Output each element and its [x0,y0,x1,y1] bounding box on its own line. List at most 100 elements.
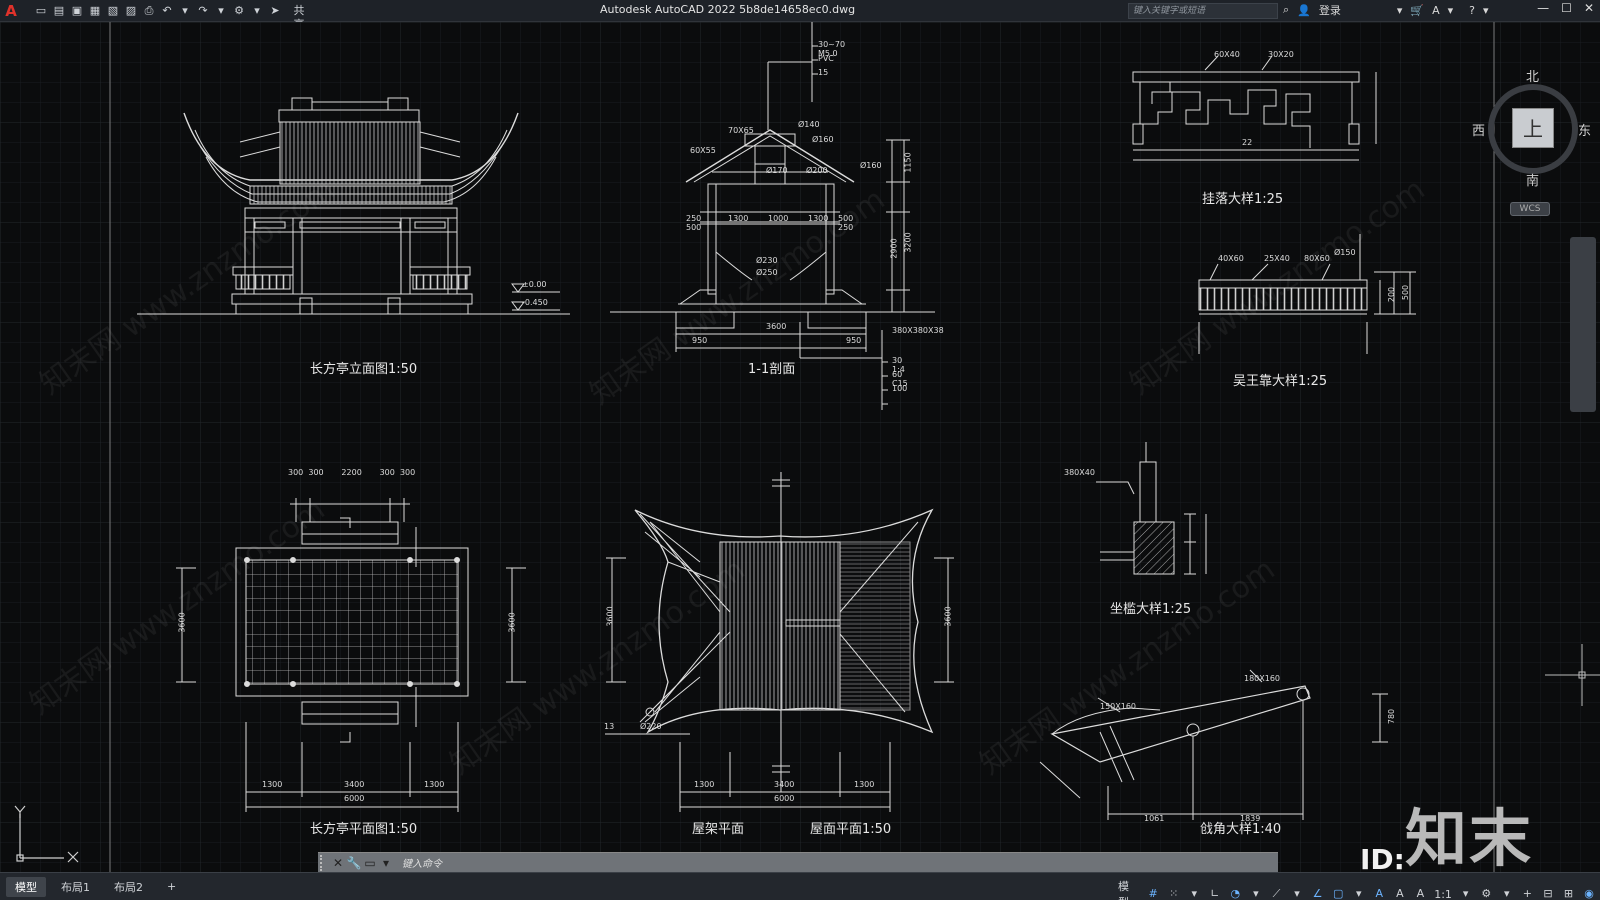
save-as-icon[interactable]: ▦ [88,4,102,18]
user-icon[interactable]: 👤 [1297,4,1311,17]
command-input[interactable]: 键入命令 [402,855,442,870]
customize-dropdown-icon[interactable]: ▾ [250,4,264,18]
dim-text: Ø160 [860,161,882,170]
open-web-icon[interactable]: ▧ [106,4,120,18]
redo-icon[interactable]: ↷ [196,4,210,18]
new-file-icon[interactable]: ▭ [34,4,48,18]
compass-west[interactable]: 西 [1472,120,1485,139]
object-snap-icon[interactable]: ▢ [1331,887,1345,900]
tab-layout2[interactable]: 布局2 [105,877,152,897]
dim-text: 500 [1401,284,1411,301]
wcs-menu-button[interactable]: WCS [1510,202,1550,216]
viewcube[interactable]: 上 北 南 西 东 [1472,70,1591,189]
maximize-icon[interactable]: ☐ [1561,1,1572,15]
open-folder-icon[interactable]: ▤ [52,4,66,18]
drawing-svg [0,22,1600,872]
dim-text: 2900 [889,238,899,259]
plan-title: 长方亭平面图1:50 [310,822,418,837]
compass-north[interactable]: 北 [1526,66,1539,85]
dim-text: 3600 [943,606,953,627]
polar-icon[interactable]: ◔ [1229,887,1243,900]
dropdown-icon[interactable]: ▾ [1187,887,1201,900]
dropdown-icon[interactable]: ▾ [1290,887,1304,900]
plus-icon[interactable]: + [1521,887,1535,900]
dim-text: 950 [692,336,708,345]
navigation-bar[interactable] [1570,237,1596,412]
add-layout-button[interactable]: + [158,878,185,895]
close-icon[interactable]: ✕ [330,856,346,870]
search-input[interactable]: 键入关键字或短语 [1128,3,1278,19]
chevron-down-icon[interactable]: ▾ [378,856,394,870]
drawing-canvas[interactable]: 知末网 www.znzmo.com 知末网 www.znzmo.com 知末网 … [0,22,1600,875]
annotation-scale-value[interactable]: 1:1 [1434,888,1452,900]
title-right-group: ⌕ 👤 登录 ▾ 🛒 A ▾ ? ▾ [1283,2,1489,18]
share-icon[interactable]: ➤ [268,4,282,18]
command-line-grip[interactable] [320,854,330,871]
gear-icon[interactable]: ⚙ [1479,887,1493,900]
dim-text: 250 500 [686,214,702,232]
viewcube-top-face[interactable]: 上 [1512,108,1554,148]
dim-text: 3400 [774,780,795,789]
compass-east[interactable]: 东 [1578,120,1591,139]
dropdown-icon[interactable]: ▾ [1459,887,1473,900]
a360-dropdown-icon[interactable]: ▾ [1448,4,1454,17]
dim-text: 15 [818,68,829,77]
dropdown-icon[interactable]: ▾ [1352,887,1366,900]
status-tools: 模型 # ⁙ ▾ ∟ ◔ ▾ ⟋ ▾ ∠ ▢ ▾ A A A 1:1 ▾ ⚙ ▾… [1118,878,1600,900]
undo-dropdown-icon[interactable]: ▾ [178,4,192,18]
model-space-button[interactable]: 模型 [1118,878,1139,900]
dim-text: 3200 [903,232,913,253]
object-snap-tracking-icon[interactable]: ∠ [1311,887,1325,900]
dim-text: 25X40 [1264,254,1290,263]
snap-icon[interactable]: ⁙ [1167,887,1181,900]
minimize-icon[interactable]: — [1537,1,1549,15]
dim-text: 60X40 [1214,50,1240,59]
dim-text: Ø230 [756,256,778,265]
dim-text: 1150 [903,152,913,173]
wrench-icon[interactable]: 🔧 [346,856,362,870]
dim-text: 30X20 [1268,50,1294,59]
command-history-icon[interactable]: ▭ [362,856,378,870]
dim-text: 1300 [728,214,749,223]
dim-text: 3600 [507,612,517,633]
tab-layout1[interactable]: 布局1 [52,877,99,897]
plot-icon[interactable]: ⎙ [142,4,156,18]
save-icon[interactable]: ▣ [70,4,84,18]
login-dropdown-icon[interactable]: ▾ [1397,4,1403,17]
login-button[interactable]: 登录 [1319,2,1341,18]
cart-icon[interactable]: 🛒 [1410,4,1424,17]
autodesk-a360-icon[interactable]: A [1432,4,1440,17]
search-icon[interactable]: ⌕ [1283,3,1289,17]
isolate-objects-icon[interactable]: ◉ [1582,887,1596,900]
workspace-icon[interactable]: ⚙ [232,4,246,18]
dropdown-icon[interactable]: ▾ [1249,887,1263,900]
annotation-visibility-icon[interactable]: A [1373,887,1387,900]
close-icon[interactable]: ✕ [1584,1,1594,15]
redo-dropdown-icon[interactable]: ▾ [214,4,228,18]
isodraft-icon[interactable]: ⟋ [1270,887,1284,900]
share-button[interactable]: 共享 [292,4,306,31]
dim-text: 380X380X38 [892,326,944,335]
units-icon[interactable]: ⊟ [1541,887,1555,900]
save-web-icon[interactable]: ▨ [124,4,138,18]
ortho-icon[interactable]: ∟ [1208,887,1222,900]
tab-model[interactable]: 模型 [6,876,46,897]
dim-text: 1300 [854,780,875,789]
wuwangkao-title: 吴王靠大样1:25 [1233,374,1328,389]
undo-icon[interactable]: ↶ [160,4,174,18]
dim-text: 1061 [1144,814,1165,823]
help-icon[interactable]: ? [1469,4,1475,17]
grid-icon[interactable]: # [1146,887,1160,900]
compass-south[interactable]: 南 [1526,170,1539,189]
dim-text: 300 300 2200 300 300 [288,468,416,477]
dropdown-icon[interactable]: ▾ [1500,887,1514,900]
annotation-scale-icon[interactable]: A [1414,887,1428,900]
dim-text: Ø160 [812,135,834,144]
dim-text: 70X65 [728,126,754,135]
dim-text: 1300 [262,780,283,789]
auto-scale-icon[interactable]: A [1393,887,1407,900]
autocad-logo-icon[interactable]: A [0,0,22,22]
help-dropdown-icon[interactable]: ▾ [1483,4,1489,17]
command-line: ✕ 🔧 ▭ ▾ 键入命令 [318,852,1278,872]
quick-properties-icon[interactable]: ⊞ [1562,887,1576,900]
